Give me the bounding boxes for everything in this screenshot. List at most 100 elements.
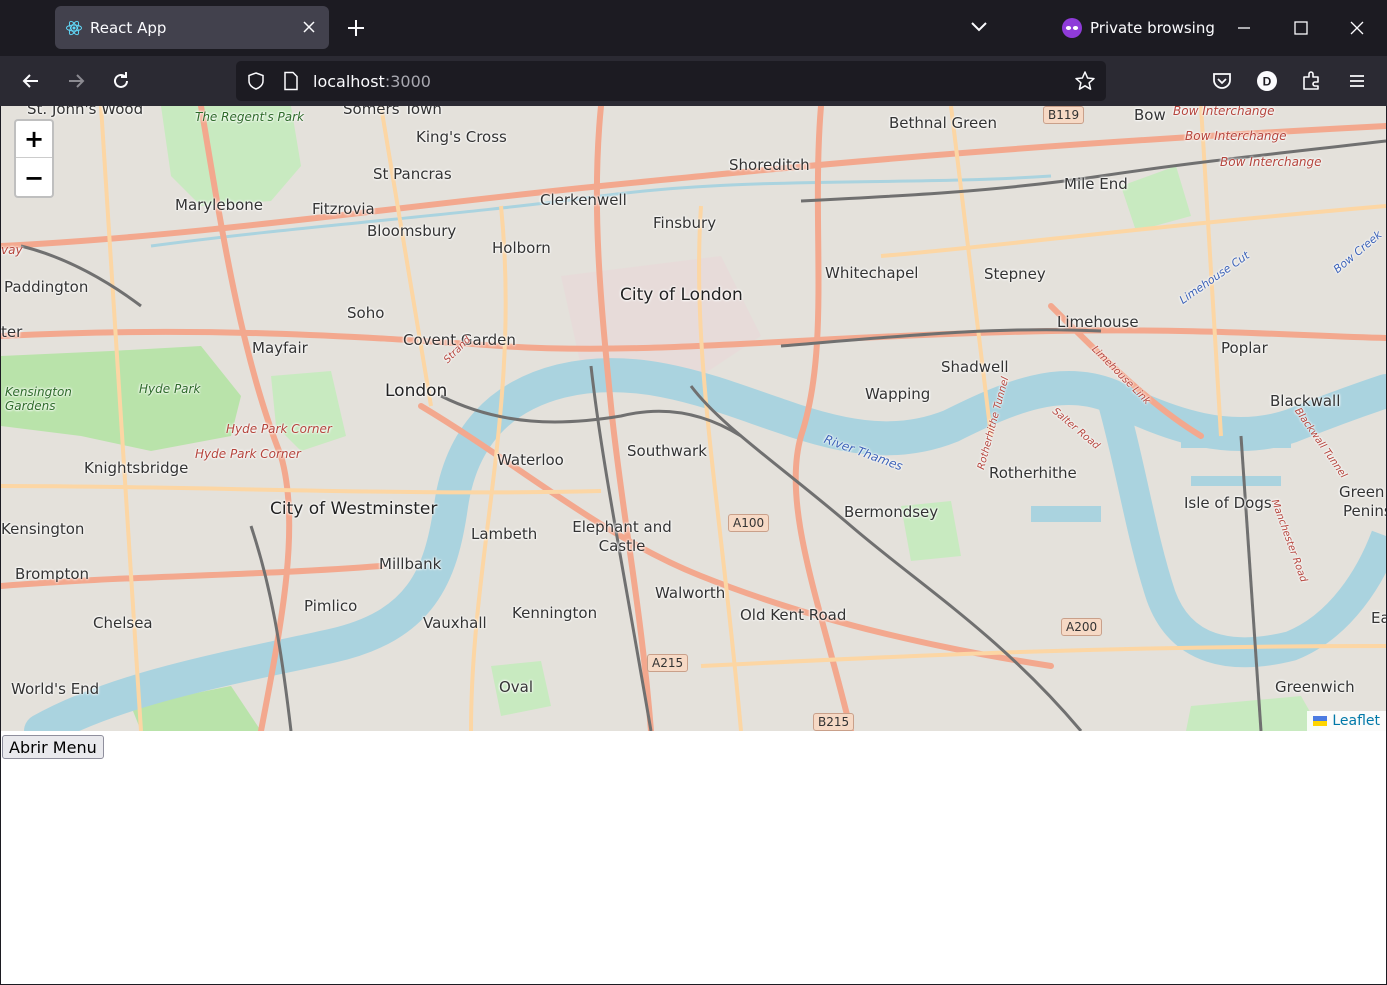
label-paddington: Paddington [4, 278, 89, 296]
label-millbank: Millbank [379, 555, 442, 573]
label-kensington: Kensington [1, 520, 85, 538]
label-soho: Soho [347, 304, 385, 322]
label-bermondsey: Bermondsey [844, 503, 939, 521]
extensions-puzzle-icon[interactable] [1299, 68, 1325, 94]
url-text[interactable]: localhost:3000 [313, 72, 431, 91]
label-somers-town: Somers Town [343, 106, 442, 118]
label-isle-of-dogs: Isle of Dogs [1184, 494, 1272, 512]
url-bar[interactable]: localhost:3000 [236, 61, 1106, 101]
label-shoreditch: Shoreditch [729, 156, 810, 174]
label-kensington-gardens: Kensington Gardens [5, 385, 72, 413]
browser-window: React App Private browsing localhost:300… [0, 0, 1387, 985]
label-city-of-westminster: City of Westminster [270, 499, 438, 519]
label-oval: Oval [499, 678, 534, 696]
label-whitechapel: Whitechapel [825, 264, 919, 282]
label-blackwall: Blackwall [1270, 392, 1341, 410]
label-walworth: Walworth [655, 584, 726, 602]
label-mile-end: Mile End [1064, 175, 1128, 193]
label-penins-edge: Penins [1343, 502, 1386, 520]
label-limehouse: Limehouse [1057, 313, 1139, 331]
label-hyde-park: Hyde Park [139, 382, 201, 396]
navigation-toolbar: localhost:3000 D [0, 56, 1387, 106]
label-london: London [385, 381, 448, 401]
forward-arrow-icon[interactable] [63, 68, 89, 94]
label-rotherhithe: Rotherhithe [989, 464, 1077, 482]
bookmark-star-icon[interactable] [1074, 70, 1096, 92]
zoom-out-button[interactable]: − [16, 159, 52, 196]
tracking-protection-shield-icon[interactable] [246, 71, 266, 91]
shield-b119: B119 [1043, 106, 1085, 124]
label-clerkenwell: Clerkenwell [540, 191, 627, 209]
zoom-in-button[interactable]: + [16, 121, 52, 158]
tab-title: React App [90, 19, 167, 37]
shield-a215: A215 [647, 654, 689, 672]
label-lambeth: Lambeth [471, 525, 538, 543]
label-elephant-and-castle: Elephant and Castle [572, 518, 672, 555]
label-regents-park: The Regent's Park [195, 110, 305, 124]
label-st-pancras: St Pancras [373, 165, 452, 183]
close-tab-icon[interactable] [299, 17, 319, 37]
label-bow: Bow [1134, 106, 1166, 124]
label-old-kent-road: Old Kent Road [740, 606, 847, 624]
label-ter-edge: ter [1, 323, 23, 341]
label-vauxhall: Vauxhall [423, 614, 487, 632]
tab-strip: React App Private browsing [0, 0, 1387, 56]
pocket-icon[interactable] [1209, 68, 1235, 94]
label-kings-cross: King's Cross [416, 128, 507, 146]
label-bow-interchange-2: Bow Interchange [1185, 129, 1287, 143]
label-mayfair: Mayfair [252, 339, 308, 357]
new-tab-icon[interactable] [344, 16, 368, 40]
account-initial: D [1263, 75, 1272, 89]
shield-a200: A200 [1061, 618, 1103, 636]
label-bethnal-green: Bethnal Green [889, 114, 997, 132]
label-southwark: Southwark [627, 442, 707, 460]
leaflet-link[interactable]: Leaflet [1332, 713, 1380, 729]
label-worlds-end: World's End [11, 680, 100, 698]
label-knightsbridge: Knightsbridge [84, 459, 189, 477]
label-chelsea: Chelsea [93, 614, 153, 632]
url-host: localhost [313, 72, 385, 91]
label-hyde-park-corner-2: Hyde Park Corner [195, 447, 301, 461]
label-vay-edge: vay [1, 243, 23, 257]
label-holborn: Holborn [492, 239, 551, 257]
label-st-johns-wood: St. John's Wood [27, 106, 144, 118]
shield-a100: A100 [728, 514, 770, 532]
label-pimlico: Pimlico [304, 597, 358, 615]
label-bow-interchange-1: Bow Interchange [1173, 106, 1275, 118]
shield-b215: B215 [813, 713, 855, 731]
page-info-icon[interactable] [282, 71, 300, 91]
close-window-icon[interactable] [1345, 16, 1369, 40]
label-greenwich: Greenwich [1275, 678, 1355, 696]
ukraine-flag-icon [1313, 716, 1328, 726]
minimize-icon[interactable] [1232, 16, 1256, 40]
private-browsing-label: Private browsing [1090, 19, 1215, 37]
chevron-down-icon[interactable] [968, 16, 990, 38]
react-icon [66, 20, 82, 36]
label-city-of-london: City of London [620, 285, 743, 305]
maximize-icon[interactable] [1289, 16, 1313, 40]
label-marylebone: Marylebone [175, 196, 264, 214]
leaflet-map[interactable]: The Regent's Park King's Cross St Pancra… [1, 106, 1386, 731]
private-browsing-indicator: Private browsing [1062, 16, 1215, 40]
private-mask-icon [1062, 18, 1082, 38]
label-stepney: Stepney [984, 265, 1046, 283]
zoom-control: + − [14, 119, 54, 198]
label-shadwell: Shadwell [941, 358, 1009, 376]
label-brompton: Brompton [15, 565, 90, 583]
back-arrow-icon[interactable] [18, 68, 44, 94]
label-kennington: Kennington [512, 604, 598, 622]
label-green-edge: Green [1339, 483, 1385, 501]
account-avatar-icon[interactable]: D [1254, 68, 1280, 94]
tab-react-app[interactable]: React App [55, 6, 329, 49]
label-bow-interchange-3: Bow Interchange [1220, 155, 1322, 169]
page-content: The Regent's Park King's Cross St Pancra… [1, 106, 1386, 984]
reload-icon[interactable] [108, 68, 134, 94]
label-poplar: Poplar [1221, 339, 1268, 357]
map-attribution: Leaflet [1307, 711, 1386, 731]
url-port: :3000 [384, 72, 431, 91]
hamburger-menu-icon[interactable] [1344, 68, 1370, 94]
label-ea-edge: Ea [1371, 609, 1386, 627]
open-menu-button[interactable]: Abrir Menu [2, 735, 104, 759]
label-finsbury: Finsbury [653, 214, 717, 232]
label-wapping: Wapping [865, 385, 931, 403]
